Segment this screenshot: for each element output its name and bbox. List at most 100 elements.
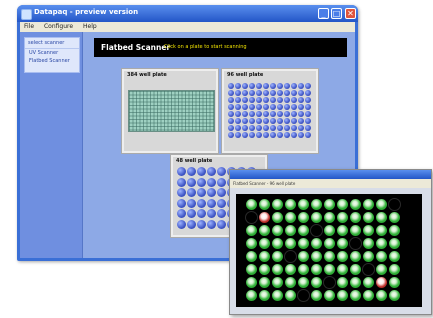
- well: [284, 83, 290, 89]
- scan-image[interactable]: [236, 194, 422, 307]
- well: [217, 188, 226, 197]
- sidebar-heading: select scanner: [25, 38, 79, 49]
- scan-title-bar[interactable]: [230, 170, 431, 179]
- well: [256, 125, 262, 131]
- well: [217, 167, 226, 176]
- well: [217, 219, 226, 229]
- well: [284, 90, 290, 96]
- well: [284, 132, 290, 138]
- well: [263, 132, 269, 138]
- well: [305, 97, 311, 103]
- scanned-well: [376, 225, 387, 236]
- well: [256, 132, 262, 138]
- scanned-well: [259, 225, 270, 236]
- scanned-well: [376, 212, 387, 223]
- scanned-well: [337, 238, 348, 249]
- scanned-well: [259, 199, 270, 210]
- scanned-well: [311, 264, 322, 275]
- scanned-well: [311, 277, 322, 288]
- scanned-well: [363, 225, 374, 236]
- menu-file[interactable]: File: [24, 23, 34, 30]
- well: [263, 125, 269, 131]
- scan-toolbar: Flatbed Scanner - 96 well plate: [230, 179, 431, 188]
- scanned-well: [311, 212, 322, 223]
- well: [277, 125, 283, 131]
- scanned-well: [285, 277, 296, 288]
- scanned-well: [298, 199, 309, 210]
- scanned-well: [376, 290, 387, 301]
- well: [207, 219, 216, 229]
- scanned-well: [246, 225, 257, 236]
- scanned-well: [298, 290, 309, 301]
- well: [298, 90, 304, 96]
- well: [277, 104, 283, 110]
- well: [197, 188, 206, 197]
- scanned-well: [298, 277, 309, 288]
- scanned-well: [324, 238, 335, 249]
- well: [228, 104, 234, 110]
- well: [235, 97, 241, 103]
- well: [305, 132, 311, 138]
- well: [256, 111, 262, 117]
- well: [270, 97, 276, 103]
- well: [207, 167, 216, 176]
- well: [207, 188, 216, 197]
- well: [277, 118, 283, 124]
- scanned-well: [285, 212, 296, 223]
- well: [256, 97, 262, 103]
- scanned-well: [350, 251, 361, 262]
- scanned-well: [363, 212, 374, 223]
- well: [256, 118, 262, 124]
- well: [177, 198, 186, 208]
- well: [291, 111, 297, 117]
- scanned-well: [376, 277, 387, 288]
- well: [270, 90, 276, 96]
- scanned-well: [337, 290, 348, 301]
- well: [305, 104, 311, 110]
- scanned-well: [298, 251, 309, 262]
- well: [305, 111, 311, 117]
- scanned-well: [259, 212, 270, 223]
- scanned-well: [246, 199, 257, 210]
- minimize-button[interactable]: _: [318, 8, 329, 19]
- scanned-well: [298, 212, 309, 223]
- sidebar-item-uv-scanner[interactable]: UV Scanner: [25, 49, 79, 57]
- well: [291, 125, 297, 131]
- well: [256, 83, 262, 89]
- well: [249, 97, 255, 103]
- scanned-well: [311, 251, 322, 262]
- well: [256, 90, 262, 96]
- scanned-well: [350, 277, 361, 288]
- scan-result-window: Flatbed Scanner - 96 well plate: [229, 169, 432, 315]
- plate-96[interactable]: 96 well plate: [221, 68, 319, 154]
- scanned-well: [298, 264, 309, 275]
- scanned-well: [324, 212, 335, 223]
- well: [270, 132, 276, 138]
- well: [177, 177, 186, 187]
- scanned-well: [389, 199, 400, 210]
- well: [298, 111, 304, 117]
- menu-configure[interactable]: Configure: [44, 23, 73, 30]
- title-bar[interactable]: Datapaq - preview version _ □ ✕: [17, 5, 358, 22]
- well: [187, 188, 196, 197]
- maximize-button[interactable]: □: [331, 8, 342, 19]
- well: [270, 83, 276, 89]
- close-button[interactable]: ✕: [345, 8, 356, 19]
- plate-384[interactable]: 384 well plate: [121, 68, 219, 154]
- scanned-well: [259, 251, 270, 262]
- well: [187, 177, 196, 187]
- well: [305, 125, 311, 131]
- well: [235, 83, 241, 89]
- well: [263, 97, 269, 103]
- scanned-well: [272, 251, 283, 262]
- well: [235, 104, 241, 110]
- menu-help[interactable]: Help: [83, 23, 97, 30]
- well: [270, 125, 276, 131]
- scanned-well: [246, 212, 257, 223]
- scanned-well: [376, 264, 387, 275]
- scanned-well: [389, 277, 400, 288]
- scanned-well: [246, 277, 257, 288]
- well: [263, 104, 269, 110]
- well: [249, 83, 255, 89]
- sidebar-item-flatbed-scanner[interactable]: Flatbed Scanner: [25, 57, 79, 65]
